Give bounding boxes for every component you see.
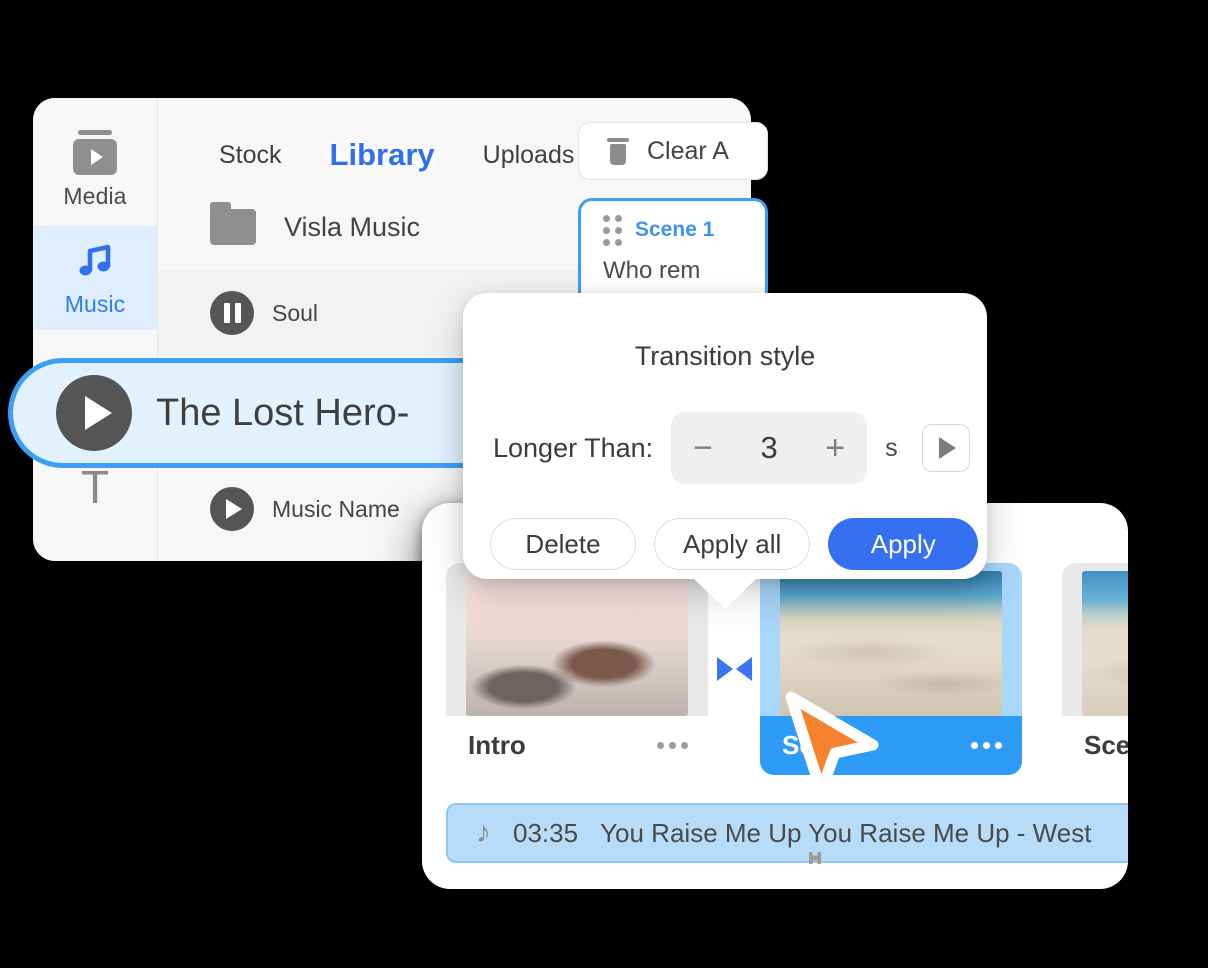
scene-strip: Intro Scen Sce <box>446 563 1128 775</box>
audio-duration: 03:35 <box>513 817 579 848</box>
scene-tile-label: Scen <box>1084 730 1128 760</box>
more-dots-icon[interactable] <box>971 742 1002 749</box>
scene-tile-footer: Intro <box>446 716 708 775</box>
scene-tile-label: Intro <box>468 730 526 760</box>
duration-stepper: − 3 + <box>671 412 868 484</box>
music-note-icon: ♪ <box>476 816 491 849</box>
track-label-music-name: Music Name <box>272 495 400 522</box>
decrement-button[interactable]: − <box>693 431 713 465</box>
play-icon[interactable] <box>210 487 254 531</box>
sidebar-item-music[interactable]: Music <box>33 226 157 330</box>
thumbnail-wrap <box>760 563 1022 716</box>
thumbnail-wrap <box>446 563 708 716</box>
tab-stock[interactable]: Stock <box>213 139 288 172</box>
left-tool-rail: Media Music T <box>33 98 158 561</box>
play-icon[interactable] <box>56 375 132 451</box>
duration-row: Longer Than: − 3 + s <box>463 372 987 484</box>
scene-thumbnail <box>780 571 1002 716</box>
track-label-soul: Soul <box>272 299 319 326</box>
more-dots-icon[interactable] <box>657 742 688 749</box>
scene-tile-intro[interactable]: Intro <box>446 563 708 775</box>
increment-button[interactable]: + <box>825 431 845 465</box>
transition-arrows-icon[interactable] <box>716 657 752 681</box>
duration-label: Longer Than: <box>493 432 654 463</box>
scene-tile-scene1[interactable]: Scen <box>760 563 1022 775</box>
scene-card-header: Scene 1 <box>603 214 765 246</box>
music-note-icon <box>73 239 117 283</box>
popover-title: Transition style <box>634 341 816 371</box>
apply-button[interactable]: Apply <box>828 518 979 570</box>
clear-all-label: Clear A <box>647 136 729 165</box>
audio-track[interactable]: ♪ 03:35 You Raise Me Up You Raise Me Up … <box>446 803 1128 863</box>
tab-library[interactable]: Library <box>324 135 441 175</box>
scene-script-text[interactable]: Who rem <box>603 257 765 285</box>
duration-value[interactable]: 3 <box>761 430 778 466</box>
sidebar-item-label-media: Media <box>63 182 127 209</box>
scene-tile-label: Scen <box>782 730 845 760</box>
sidebar-item-label-music: Music <box>64 290 126 317</box>
scene-tile-footer: Scen <box>1062 716 1128 775</box>
scene-title: Scene 1 <box>635 218 715 241</box>
duration-unit: s <box>885 433 898 462</box>
audio-title: You Raise Me Up You Raise Me Up - West <box>600 817 1092 848</box>
pause-icon[interactable] <box>210 291 254 335</box>
audio-handle-icon[interactable] <box>806 849 824 867</box>
text-icon: T <box>80 461 110 513</box>
media-icon <box>73 129 117 175</box>
preview-play-button[interactable] <box>921 424 970 472</box>
drag-grip-icon[interactable] <box>603 214 622 246</box>
tab-uploads[interactable]: Uploads <box>477 139 581 172</box>
scene-thumbnail <box>466 571 688 716</box>
scene-tile-scene2[interactable]: Scen <box>1062 563 1128 775</box>
screenshot-stage: Media Music T Stock Library Uploads Visl… <box>0 0 1208 968</box>
folder-label: Visla Music <box>284 211 421 242</box>
popover-actions: Delete Apply all Apply <box>463 484 987 570</box>
transition-style-popover: Transition style Longer Than: − 3 + s De… <box>463 293 987 579</box>
trash-icon <box>607 137 629 165</box>
delete-button[interactable]: Delete <box>490 518 636 570</box>
thumbnail-wrap <box>1062 563 1128 716</box>
folder-icon <box>210 202 256 245</box>
sidebar-item-media[interactable]: Media <box>33 122 157 226</box>
scene-tile-footer: Scen <box>760 716 1022 775</box>
scene-thumbnail <box>1082 571 1128 716</box>
selected-track-label: The Lost Hero- <box>156 391 410 434</box>
clear-all-button[interactable]: Clear A <box>578 122 768 180</box>
apply-all-button[interactable]: Apply all <box>654 518 811 570</box>
